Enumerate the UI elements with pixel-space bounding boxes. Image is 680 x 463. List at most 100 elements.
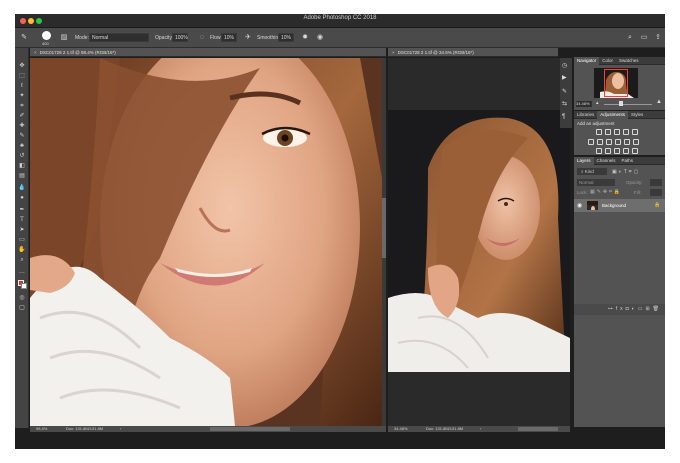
- canvas-left[interactable]: [30, 58, 382, 426]
- healing-icon[interactable]: ✚: [17, 122, 27, 131]
- brush-icon[interactable]: ✎: [17, 132, 27, 141]
- doc-info-left[interactable]: Doc: 131.8M/131.8M: [66, 426, 103, 432]
- zoom-level-left[interactable]: 98.4%: [36, 426, 47, 432]
- marquee-icon[interactable]: ⬚: [17, 72, 27, 81]
- blend-mode-select[interactable]: Normal: [577, 179, 615, 186]
- history-brush-icon[interactable]: ↺: [17, 152, 27, 161]
- document-tab-right[interactable]: × DSC01728 2 1.tif @ 34.5% (RGB/16*): [388, 48, 558, 57]
- posterize-icon[interactable]: [605, 148, 611, 154]
- magic-wand-icon[interactable]: ✦: [17, 92, 27, 101]
- hand-icon[interactable]: ✋: [17, 246, 27, 255]
- share-icon[interactable]: ⇪: [653, 33, 663, 43]
- mode-select[interactable]: Normal: [89, 33, 149, 42]
- color-balance-icon[interactable]: [597, 139, 603, 145]
- close-tab-icon[interactable]: ×: [392, 50, 395, 55]
- clone-source-icon[interactable]: ⇆: [562, 100, 567, 107]
- pen-icon[interactable]: ✒: [17, 206, 27, 215]
- brightness-contrast-icon[interactable]: [596, 129, 602, 135]
- tab-navigator[interactable]: Navigator: [574, 57, 600, 65]
- navigator-zoom-field[interactable]: 34.48%: [576, 101, 592, 107]
- actions-panel-icon[interactable]: ▶: [562, 74, 567, 81]
- tab-channels[interactable]: Channels: [594, 157, 619, 165]
- path-select-icon[interactable]: ➤: [17, 226, 27, 235]
- curves-icon[interactable]: [614, 129, 620, 135]
- flow-field[interactable]: 10%: [221, 33, 237, 42]
- more-tools-icon[interactable]: …: [17, 268, 27, 277]
- navigator-thumbnail[interactable]: [594, 68, 638, 98]
- dodge-icon[interactable]: ●: [17, 194, 27, 203]
- link-layers-icon[interactable]: ⊶: [608, 306, 616, 312]
- eraser-icon[interactable]: ◧: [17, 162, 27, 171]
- smoothing-field[interactable]: 10%: [278, 33, 294, 42]
- search-icon[interactable]: ⌕: [625, 33, 635, 43]
- navigator-zoom-slider[interactable]: [604, 104, 652, 105]
- canvas-right[interactable]: [388, 58, 570, 426]
- black-white-icon[interactable]: [606, 139, 612, 145]
- doc-info-right[interactable]: Doc: 131.8M/131.8M: [426, 426, 463, 432]
- brush-panel-icon[interactable]: ✎: [562, 88, 567, 95]
- brush-tool-preset-icon[interactable]: ✎: [19, 33, 29, 43]
- eyedropper-icon[interactable]: ✐: [17, 112, 27, 121]
- horizontal-scroll-thumb-left[interactable]: [210, 427, 290, 431]
- navigator-zoom-slider-thumb[interactable]: [619, 101, 623, 106]
- brush-tip-preview[interactable]: [42, 31, 51, 40]
- tab-layers[interactable]: Layers: [574, 157, 594, 165]
- tab-swatches[interactable]: Swatches: [616, 57, 642, 65]
- selective-color-icon[interactable]: [632, 148, 638, 154]
- blur-icon[interactable]: 💧: [17, 184, 27, 193]
- channel-mixer-icon[interactable]: [624, 139, 630, 145]
- opacity-field[interactable]: 100%: [172, 33, 188, 42]
- hue-saturation-icon[interactable]: [588, 139, 594, 145]
- character-panel-icon[interactable]: ¶: [562, 114, 565, 120]
- document-tab-left[interactable]: × DSC01728 2 1.tif @ 98.4% (RGB/16*): [30, 48, 386, 57]
- history-panel-icon[interactable]: ◷: [562, 62, 567, 69]
- tab-adjustments[interactable]: Adjustments: [597, 111, 629, 119]
- exposure-icon[interactable]: [623, 129, 629, 135]
- close-tab-icon[interactable]: ×: [34, 50, 37, 55]
- tab-styles[interactable]: Styles: [628, 111, 646, 119]
- tab-libraries[interactable]: Libraries: [574, 111, 597, 119]
- move-icon[interactable]: ✥: [17, 62, 27, 71]
- quick-mask-icon[interactable]: ◎: [17, 294, 27, 303]
- zoom-level-right[interactable]: 34.48%: [394, 426, 408, 432]
- stamp-icon[interactable]: ♣: [17, 142, 27, 151]
- status-arrow-right-icon[interactable]: ›: [480, 426, 481, 432]
- brush-settings-icon[interactable]: ▨: [59, 33, 69, 43]
- tab-paths[interactable]: Paths: [619, 157, 637, 165]
- zoom-in-icon[interactable]: ▲: [656, 99, 662, 105]
- shape-icon[interactable]: ▭: [17, 236, 27, 245]
- delete-layer-icon[interactable]: 🗑: [653, 306, 662, 312]
- color-lookup-icon[interactable]: [633, 139, 639, 145]
- zoom-out-icon[interactable]: ▴: [596, 100, 599, 106]
- tab-color[interactable]: Color: [599, 57, 616, 65]
- layer-filter-icons[interactable]: ▣◐T⌗▢: [612, 169, 640, 175]
- pressure-opacity-icon[interactable]: ◌: [197, 33, 207, 43]
- gradient-icon[interactable]: ▤: [17, 172, 27, 181]
- zoom-icon[interactable]: ⌕: [17, 256, 27, 265]
- vertical-scrollbar-left[interactable]: [382, 58, 386, 426]
- photo-filter-icon[interactable]: [615, 139, 621, 145]
- scroll-thumb-left[interactable]: [382, 198, 386, 258]
- background-color-swatch[interactable]: [21, 283, 27, 289]
- eye-icon[interactable]: ◉: [577, 202, 582, 209]
- layer-name[interactable]: Background: [602, 203, 626, 208]
- airbrush-icon[interactable]: ✈: [243, 33, 253, 43]
- pressure-size-icon[interactable]: ◉: [315, 33, 325, 43]
- layer-style-icon[interactable]: fx: [616, 306, 626, 312]
- lasso-icon[interactable]: ℓ: [17, 82, 27, 91]
- smoothing-options-gear-icon[interactable]: ✹: [300, 33, 310, 43]
- layer-row[interactable]: ◉ Background 🔒: [574, 199, 665, 212]
- layer-kind-filter[interactable]: ⌕ Kind: [577, 168, 607, 175]
- layer-opacity-field[interactable]: [650, 179, 662, 186]
- horizontal-scroll-thumb-right[interactable]: [518, 427, 558, 431]
- navigator-view-box[interactable]: [604, 69, 628, 97]
- gradient-map-icon[interactable]: [623, 148, 629, 154]
- status-arrow-left-icon[interactable]: ›: [120, 426, 121, 432]
- threshold-icon[interactable]: [614, 148, 620, 154]
- new-layer-icon[interactable]: ⊞: [645, 306, 652, 312]
- type-icon[interactable]: T: [17, 216, 27, 225]
- invert-icon[interactable]: [596, 148, 602, 154]
- workspace-icon[interactable]: ▭: [639, 33, 649, 43]
- crop-icon[interactable]: ⌗: [17, 102, 27, 111]
- levels-icon[interactable]: [605, 129, 611, 135]
